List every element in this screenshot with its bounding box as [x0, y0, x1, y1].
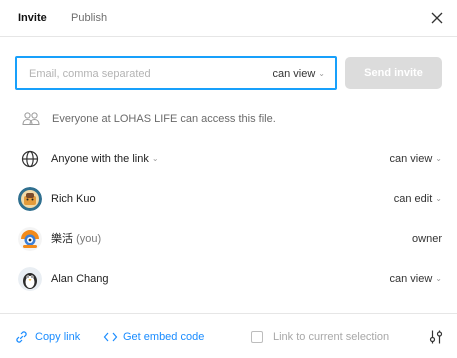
collaborator-row: Rich Kuo can edit ⌄	[18, 187, 442, 211]
chevron-down-icon: ⌄	[151, 154, 159, 163]
org-access-text: Everyone at LOHAS LIFE can access this f…	[52, 113, 276, 125]
globe-icon	[21, 150, 39, 168]
team-icon	[22, 112, 40, 125]
code-icon	[103, 332, 118, 342]
collaborator-name: Rich Kuo	[51, 193, 96, 205]
chevron-down-icon: ⌄	[435, 274, 442, 283]
copy-link-label: Copy link	[35, 331, 81, 343]
link-selection-label: Link to current selection	[273, 331, 390, 343]
owner-row: 樂活 (you) owner	[18, 227, 442, 251]
avatar	[18, 187, 42, 211]
collaborator-permission-dropdown[interactable]: can edit ⌄	[394, 192, 442, 206]
link-permission-dropdown[interactable]: can view ⌄	[390, 152, 443, 166]
chevron-down-icon: ⌄	[435, 194, 442, 203]
tab-invite[interactable]: Invite	[18, 11, 47, 25]
invite-permission-dropdown[interactable]: can view ⌄	[273, 67, 326, 81]
link-icon	[16, 331, 27, 343]
chevron-down-icon: ⌄	[435, 154, 442, 163]
link-permission-label: can view	[389, 153, 433, 165]
share-modal-header: Invite Publish	[0, 0, 457, 37]
embed-code-label: Get embed code	[123, 331, 205, 343]
collaborator-permission-label: can view	[389, 273, 433, 285]
you-label: (you)	[76, 233, 102, 245]
avatar	[18, 227, 42, 251]
invite-permission-label: can view	[272, 68, 316, 80]
link-access-label: Anyone with the link	[51, 153, 149, 165]
org-access-row: Everyone at LOHAS LIFE can access this f…	[22, 111, 442, 127]
tab-publish[interactable]: Publish	[71, 11, 107, 25]
link-access-row: Anyone with the link ⌄ can view ⌄	[18, 147, 442, 171]
settings-sliders-icon[interactable]	[428, 329, 444, 345]
collaborator-permission-label: can edit	[393, 193, 433, 205]
collaborator-permission-dropdown[interactable]: can view ⌄	[390, 272, 443, 286]
link-access-dropdown[interactable]: Anyone with the link ⌄	[51, 152, 159, 166]
collaborator-name: Alan Chang	[51, 273, 109, 285]
close-icon[interactable]	[430, 11, 444, 25]
email-input[interactable]: Email, comma separated can view ⌄	[15, 56, 337, 90]
email-placeholder: Email, comma separated	[29, 68, 151, 80]
collaborator-row: Alan Chang can view ⌄	[18, 267, 442, 291]
send-invite-button[interactable]: Send invite	[345, 57, 442, 89]
link-selection-checkbox[interactable]	[251, 331, 263, 343]
owner-name-label: 樂活	[51, 233, 73, 245]
chevron-down-icon: ⌄	[318, 69, 325, 78]
owner-permission-label: owner	[412, 233, 442, 245]
share-modal-footer: Copy link Get embed code Link to current…	[0, 313, 457, 358]
avatar	[18, 267, 42, 291]
owner-name: 樂活 (you)	[51, 232, 101, 246]
